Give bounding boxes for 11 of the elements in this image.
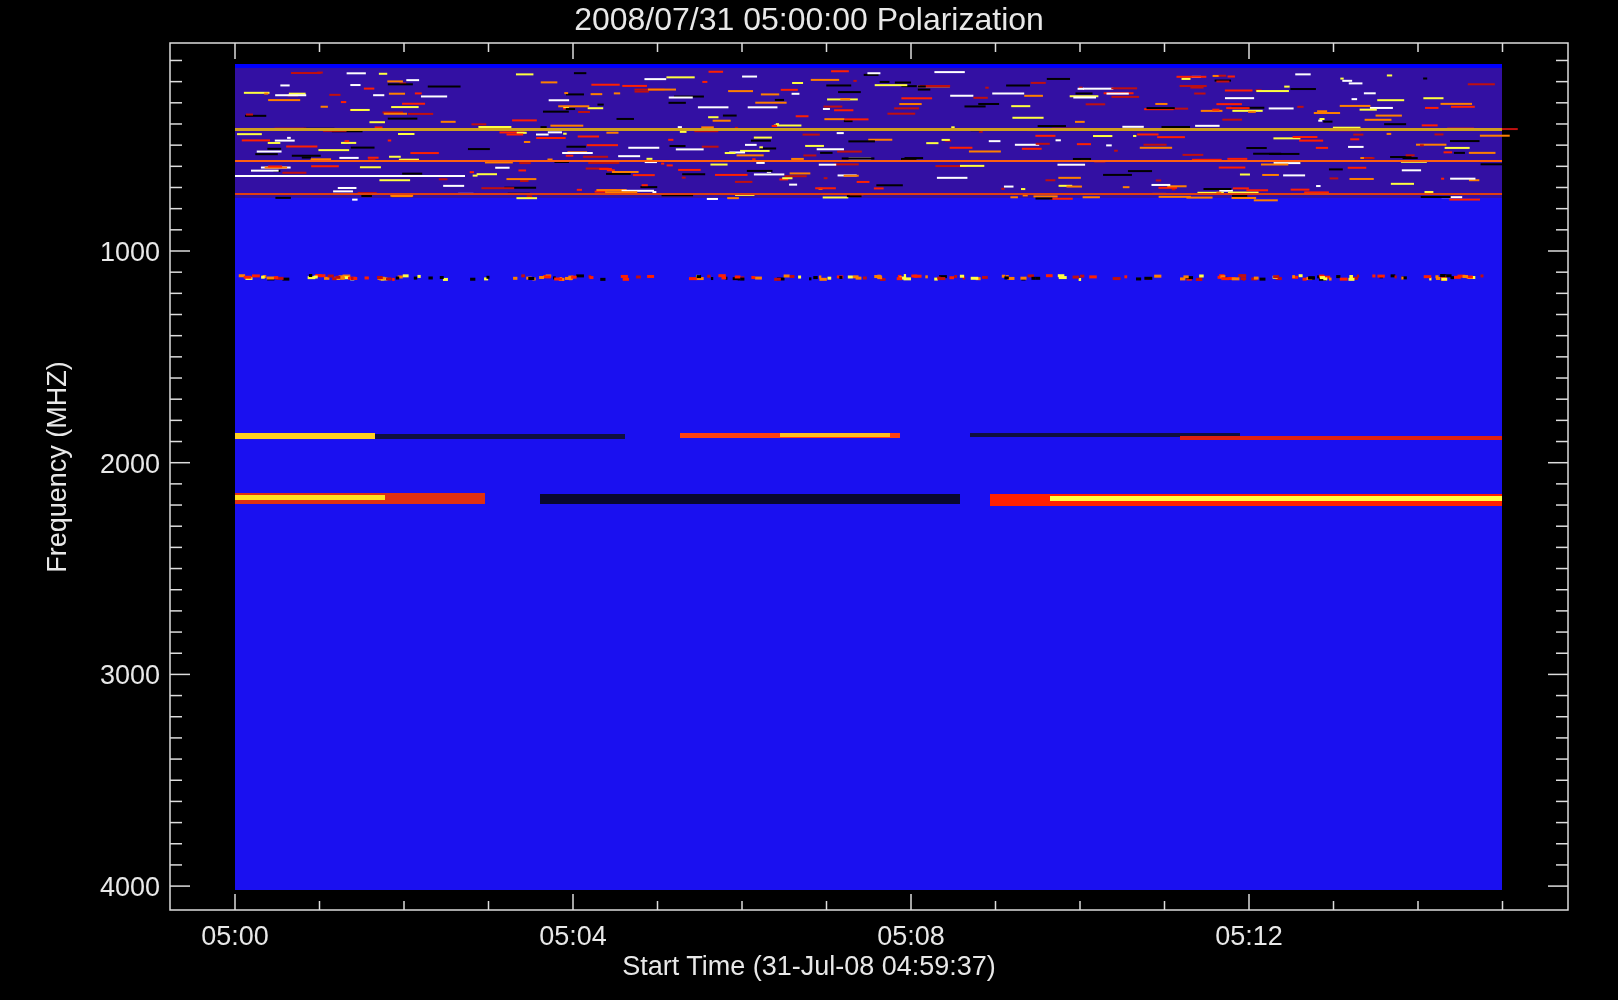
axis-label: Start Time (31-Jul-08 04:59:37) <box>622 951 996 981</box>
tick-label: 2000 <box>99 448 160 479</box>
tick-label: 4000 <box>99 872 160 903</box>
tick-label: 05:12 <box>1215 921 1283 951</box>
tick-label: 05:00 <box>201 921 269 951</box>
tick-label: 05:04 <box>539 921 607 951</box>
tick-label: 3000 <box>99 660 160 691</box>
plot-title: 2008/07/31 05:00:00 Polarization <box>574 1 1044 37</box>
tick-label: 1000 <box>99 237 160 267</box>
axis-label: Frequency (MHZ) <box>42 361 72 573</box>
tick-label: 05:08 <box>877 921 945 951</box>
